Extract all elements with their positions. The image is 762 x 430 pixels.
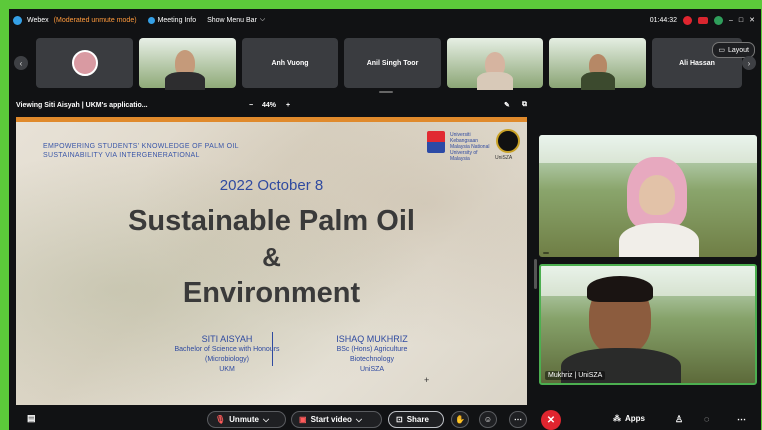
hand-icon: ✋ xyxy=(455,415,465,424)
chevron-down-icon: ⌵ xyxy=(262,414,270,424)
participant-tile-avatar[interactable] xyxy=(36,38,133,88)
microphone-muted-icon: 🎙 xyxy=(215,415,226,424)
camera-off-icon: ▣ xyxy=(299,415,307,424)
avatar xyxy=(71,50,98,76)
chat-bubble-icon[interactable]: ◌ xyxy=(704,414,709,424)
more-icon: ⋯ xyxy=(514,415,522,424)
webex-window: Webex (Moderated unmute mode) Meeting In… xyxy=(9,9,761,430)
apps-grid-icon: ⁂ xyxy=(613,414,621,423)
presenter-right-university: UniSZA xyxy=(359,366,385,373)
meeting-toolbar: ▤ 🎙 Unmute ⌵ ▣ Start video ⌵ ⊡ Share ✋ ☺… xyxy=(9,409,761,430)
zoom-level: 44% xyxy=(262,101,277,109)
share-button[interactable]: ⊡ Share xyxy=(388,411,444,428)
ukm-logo-text: Universiti Kebangsaan Malaysia National … xyxy=(450,132,490,162)
strip-prev-button[interactable]: ‹ xyxy=(14,56,28,70)
slide-tagline: EMPOWERING STUDENTS' KNOWLEDGE OF PALM O… xyxy=(43,142,303,160)
annotate-icon[interactable]: ✎ xyxy=(504,101,510,109)
presenter-right-name: ISHAQ MUKHRIZ xyxy=(336,334,408,344)
more-options-button[interactable]: ⋯ xyxy=(509,411,527,428)
app-name: Webex xyxy=(27,16,49,24)
viewing-label: Viewing Siti Aisyah | UKM's applicatio..… xyxy=(16,101,148,109)
participant-name: Anil Singh Toor xyxy=(366,59,419,67)
ukm-logo xyxy=(427,131,445,153)
connection-icon[interactable] xyxy=(713,15,723,25)
popout-icon[interactable]: ⧉ xyxy=(522,101,527,109)
leave-meeting-button[interactable]: ✕ xyxy=(541,410,561,430)
close-button[interactable]: ✕ xyxy=(749,16,755,24)
participant-face xyxy=(639,175,675,215)
participant-body xyxy=(165,72,205,90)
participant-tile-video-3[interactable] xyxy=(549,38,646,90)
chevron-down-icon: ⌵ xyxy=(259,16,266,23)
recording-icon xyxy=(682,15,692,25)
more-panels-icon[interactable]: ⋯ xyxy=(737,414,746,425)
maximize-button[interactable]: □ xyxy=(739,17,743,24)
presenter-right-degree: BSc (Hons) Agriculture xyxy=(336,346,408,353)
strip-next-button[interactable]: › xyxy=(742,56,756,70)
tagline-line-2: SUSTAINABILITY VIA INTERGENERATIONAL xyxy=(43,152,200,159)
unmute-button[interactable]: 🎙 Unmute ⌵ xyxy=(207,411,286,428)
participant-tile-anil-singh-toor[interactable]: Anil Singh Toor xyxy=(344,38,441,88)
participants-icon[interactable]: ♙ xyxy=(675,414,683,425)
participant-tile-anh-vuong[interactable]: Anh Vuong xyxy=(242,38,338,88)
info-icon xyxy=(147,16,155,24)
reactions-button[interactable]: ☺ xyxy=(479,411,497,428)
slide-title-line-2: & xyxy=(262,242,281,272)
webex-logo-icon xyxy=(13,15,22,25)
unmute-label: Unmute xyxy=(229,415,259,424)
layout-icon: ▭ xyxy=(718,47,725,54)
show-menu-bar-label: Show Menu Bar xyxy=(207,16,257,24)
meeting-info-label: Meeting Info xyxy=(157,16,197,24)
tagline-line-1: EMPOWERING STUDENTS' KNOWLEDGE OF PALM O… xyxy=(43,143,239,150)
share-view-bar: Viewing Siti Aisyah | UKM's applicatio..… xyxy=(9,97,539,113)
raise-hand-button[interactable]: ✋ xyxy=(451,411,469,428)
strip-resize-handle[interactable] xyxy=(379,91,393,93)
apps-label: Apps xyxy=(625,414,645,423)
minimize-button[interactable]: – xyxy=(729,17,733,24)
share-label: Share xyxy=(406,415,429,424)
participant-tile-video-1[interactable] xyxy=(139,38,236,90)
slide-date: 2022 October 8 xyxy=(219,177,324,194)
unisza-logo xyxy=(496,129,520,153)
slide-title-line-1: Sustainable Palm Oil xyxy=(128,205,415,237)
start-video-button[interactable]: ▣ Start video ⌵ xyxy=(291,411,382,428)
recorder-icon[interactable] xyxy=(697,16,708,24)
zoom-out-button[interactable]: − xyxy=(249,102,253,109)
slide-title-line-3: Environment xyxy=(182,277,361,309)
shared-slide: EMPOWERING STUDENTS' KNOWLEDGE OF PALM O… xyxy=(16,117,527,405)
participant-name: Anh Vuong xyxy=(271,59,309,67)
start-video-label: Start video xyxy=(310,415,352,424)
presenter-right: ISHAQ MUKHRIZ BSc (Hons) Agriculture Bio… xyxy=(282,333,462,375)
participant-body xyxy=(477,72,513,90)
unisza-logo-text: UniSZA xyxy=(495,155,513,161)
meeting-timer: 01:44:32 xyxy=(649,16,677,24)
participant-body xyxy=(581,72,615,90)
meeting-info-button[interactable]: Meeting Info xyxy=(147,16,197,24)
presenter-divider xyxy=(272,332,273,366)
video-panel-mukhriz[interactable]: Mukhriz | UniSZA xyxy=(539,264,757,385)
apps-button[interactable]: ⁂ Apps xyxy=(613,414,645,423)
video-panel-siti[interactable] xyxy=(539,135,757,257)
smiley-icon: ☺ xyxy=(483,415,493,424)
presenter-right-major: Biotechnology xyxy=(350,356,394,363)
participant-body xyxy=(619,223,699,257)
video-name-label: Mukhriz | UniSZA xyxy=(545,371,606,380)
layout-label: Layout xyxy=(727,46,749,54)
participant-name: Ali Hassan xyxy=(679,59,715,67)
chat-icon[interactable]: ▤ xyxy=(27,413,36,424)
video-name-label xyxy=(543,252,549,254)
participant-hair xyxy=(587,276,653,302)
close-icon: ✕ xyxy=(546,414,556,426)
chevron-down-icon: ⌵ xyxy=(355,414,362,424)
share-screen-icon: ⊡ xyxy=(396,415,403,424)
participant-tile-video-2[interactable] xyxy=(447,38,543,90)
show-menu-bar-button[interactable]: Show Menu Bar ⌵ xyxy=(207,16,265,24)
zoom-in-button[interactable]: + xyxy=(286,102,290,109)
pointer-crosshair-icon: + xyxy=(424,375,430,385)
slide-top-accent xyxy=(16,117,527,122)
share-scrollbar[interactable] xyxy=(534,259,537,289)
participant-strip: ‹ Anh Vuong Anil Singh Toor Ali Hassan ▭… xyxy=(9,34,761,94)
meeting-status: (Moderated unmute mode) xyxy=(53,16,137,24)
title-bar: Webex (Moderated unmute mode) Meeting In… xyxy=(9,9,761,31)
